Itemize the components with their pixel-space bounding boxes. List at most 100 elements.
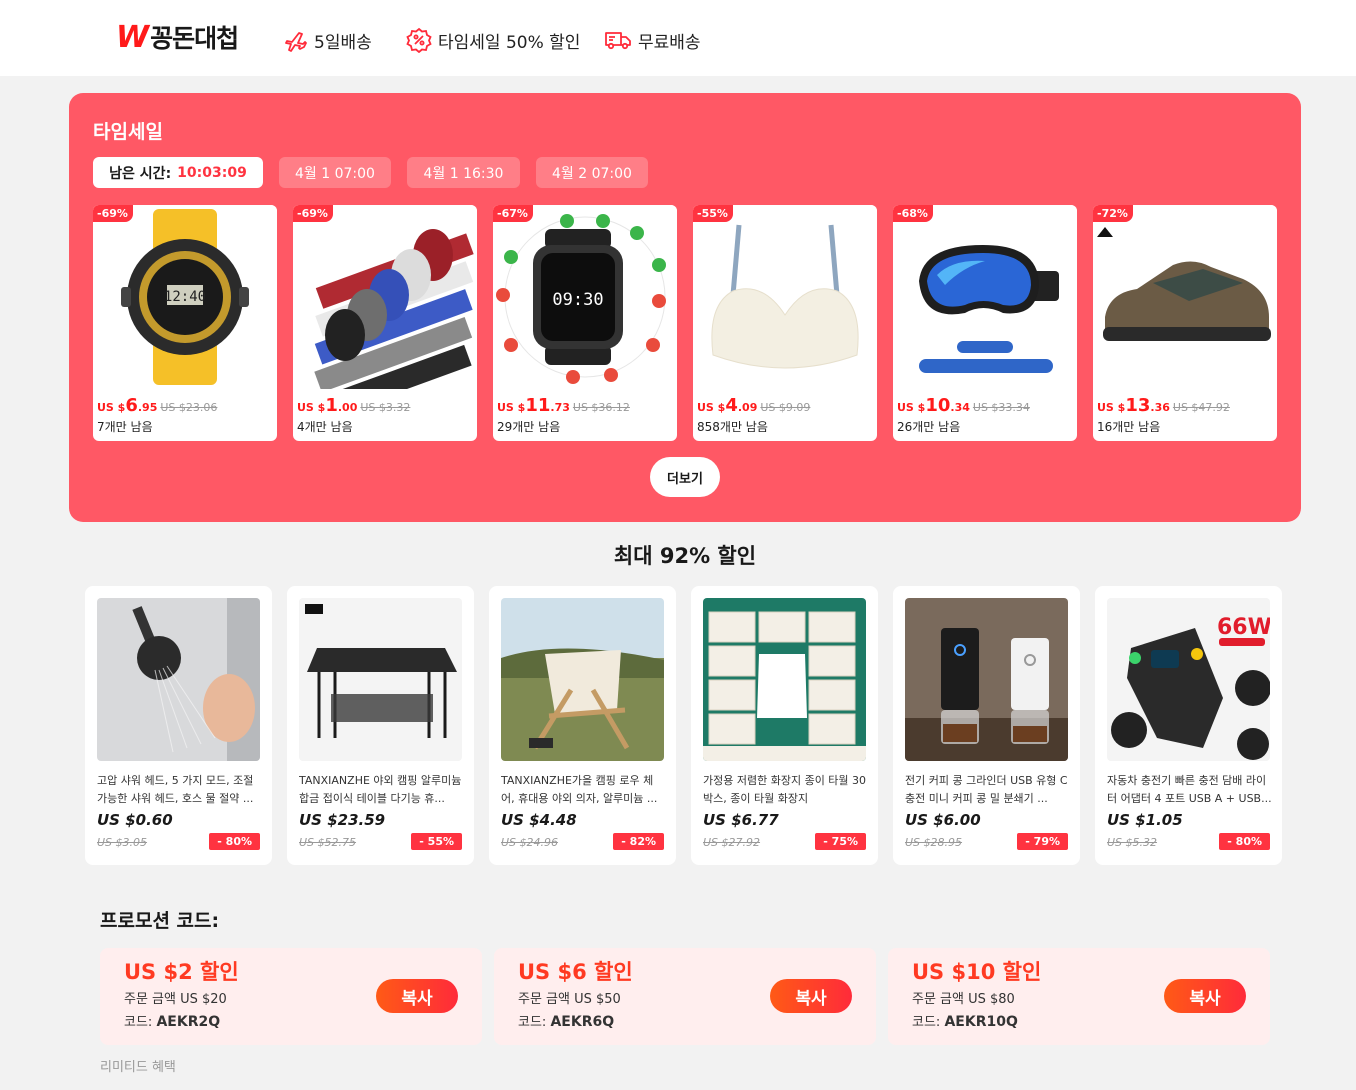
discount-tag: - 55% <box>411 833 462 850</box>
coupon-minimum: 주문 금액 US $20 <box>124 992 227 1007</box>
stock-left: 26개만 남음 <box>897 420 961 434</box>
timesale-tab-current[interactable]: 남은 시간: 10:03:09 <box>93 157 263 188</box>
product-image-bra <box>693 205 877 389</box>
timesale-product-card[interactable]: -67% 09:30 US $11.73 US $36.12 29개만 남음 <box>493 205 677 441</box>
discount-product-card[interactable]: 고압 샤워 헤드, 5 가지 모드, 조절 가능한 샤워 헤드, 호스 물 절약… <box>85 586 272 865</box>
limited-offer-note: 리미티드 혜택 <box>100 1060 176 1075</box>
stock-left: 29개만 남음 <box>497 420 561 434</box>
original-price: US $23.06 <box>160 401 218 414</box>
coupon-card: US $10 할인 주문 금액 US $80 코드: AEKR10Q 복사 <box>888 948 1270 1045</box>
max-discount-title: 최대 92% 할인 <box>613 544 757 568</box>
original-price: US $3.05 <box>97 836 148 849</box>
copy-button[interactable]: 복사 <box>770 979 852 1013</box>
product-image-ski-goggles <box>893 205 1077 389</box>
original-price: US $33.34 <box>972 401 1030 414</box>
airplane-icon <box>285 32 307 52</box>
discount-badge: -72% <box>1093 205 1133 222</box>
product-name: 가정용 저렴한 화장지 종이 타월 30 박스, 종이 타월 화장지 <box>703 774 867 805</box>
header-item-label: 무료배송 <box>638 32 701 53</box>
timesale-tab[interactable]: 4월 2 07:00 <box>536 157 648 188</box>
original-price: US $47.92 <box>1172 401 1230 414</box>
svg-text:12:40: 12:40 <box>164 289 206 305</box>
promo-title: 프로모션 코드: <box>100 910 220 932</box>
original-price: US $52.75 <box>299 836 357 849</box>
logo-mark: W <box>116 19 149 55</box>
top-header: W 꽁돈대첩 5일배송 타임세일 50% 할인 무료배송 <box>0 0 1356 76</box>
logo-text: 꽁돈대첩 <box>150 24 239 53</box>
header-free-shipping[interactable]: 무료배송 <box>604 26 701 54</box>
product-price: US $23.59 <box>299 811 386 829</box>
header-item-label: 타임세일 50% 할인 <box>438 32 581 53</box>
discount-icon <box>406 27 432 53</box>
truck-icon <box>605 32 631 50</box>
product-name: TANXIANZHE가을 캠핑 로우 체어, 휴대용 야외 의자, 알루미늄 .… <box>501 774 658 805</box>
timesale-panel: 타임세일 남은 시간: 10:03:09 4월 1 07:00 4월 1 16:… <box>69 93 1301 522</box>
product-name: 자동차 충전기 빠른 충전 담배 라이터 어댑터 4 포트 USB A + US… <box>1107 774 1272 805</box>
coupon-card: US $6 할인 주문 금액 US $50 코드: AEKR6Q 복사 <box>494 948 876 1045</box>
product-image-camp-table <box>299 598 462 761</box>
svg-text:66W: 66W <box>1217 615 1270 640</box>
copy-button[interactable]: 복사 <box>376 979 458 1013</box>
stock-left: 4개만 남음 <box>297 420 353 434</box>
svg-text:09:30: 09:30 <box>552 290 603 310</box>
header-shipping-5day[interactable]: 5일배송 <box>284 26 372 54</box>
timesale-product-card[interactable]: -69% 12:40 US $6.95 US $23.06 7개만 남음 <box>93 205 277 441</box>
timesale-product-card[interactable]: -68% US $10.34 US $33.34 26개만 남음 <box>893 205 1077 441</box>
coupon-minimum: 주문 금액 US $80 <box>912 992 1015 1007</box>
discount-tag: - 79% <box>1017 833 1068 850</box>
product-price: US $6.77 <box>703 811 779 829</box>
coupon-amount: US $2 할인 <box>124 960 239 984</box>
product-image-camp-chair <box>501 598 664 761</box>
coupon-minimum: 주문 금액 US $50 <box>518 992 621 1007</box>
timesale-title: 타임세일 <box>93 121 163 143</box>
product-price: US $6.00 <box>905 811 981 829</box>
product-price: US $0.60 <box>97 811 173 829</box>
discount-tag: - 75% <box>815 833 866 850</box>
sale-price: US $13.36 US $47.92 <box>1097 395 1230 416</box>
product-image-watch: 12:40 <box>93 205 277 389</box>
product-image-shower-head <box>97 598 260 761</box>
original-price: US $3.32 <box>360 401 411 414</box>
discount-tag: - 80% <box>209 833 260 850</box>
header-timesale-50[interactable]: 타임세일 50% 할인 <box>406 26 580 54</box>
discount-badge: -69% <box>93 205 133 222</box>
copy-button[interactable]: 복사 <box>1164 979 1246 1013</box>
coupon-code: 코드: AEKR2Q <box>124 1014 221 1030</box>
coupon-amount: US $10 할인 <box>912 960 1042 984</box>
discount-product-card[interactable]: 가정용 저렴한 화장지 종이 타월 30 박스, 종이 타월 화장지 US $6… <box>691 586 878 865</box>
sale-price: US $10.34 US $33.34 <box>897 395 1030 416</box>
stock-left: 7개만 남음 <box>97 420 153 434</box>
discount-product-card[interactable]: 66W 자동차 충전기 빠른 충전 담배 라이터 어댑터 4 포트 USB A … <box>1095 586 1282 865</box>
timesale-product-card[interactable]: -69% US $1.00 US $3.32 4개만 남음 <box>293 205 477 441</box>
timesale-product-card[interactable]: -55% US $4.09 US $9.09 858개만 남음 <box>693 205 877 441</box>
discount-tag: - 80% <box>1219 833 1270 850</box>
discount-product-card[interactable]: TANXIANZHE 야외 캠핑 알루미늄 합금 접이식 테이블 다기능 휴..… <box>287 586 474 865</box>
discount-badge: -67% <box>493 205 533 222</box>
timesale-tab[interactable]: 4월 1 07:00 <box>279 157 391 188</box>
sale-price: US $1.00 US $3.32 <box>297 395 411 416</box>
original-price: US $36.12 <box>572 401 630 414</box>
discount-tag: - 82% <box>613 833 664 850</box>
header-item-label: 5일배송 <box>314 32 372 53</box>
discount-product-card[interactable]: 전기 커피 콩 그라인더 USB 유형 C 충전 미니 커피 콩 밀 분쇄기 .… <box>893 586 1080 865</box>
product-name: 전기 커피 콩 그라인더 USB 유형 C 충전 미니 커피 콩 밀 분쇄기 .… <box>905 774 1068 805</box>
product-price: US $4.48 <box>501 811 577 829</box>
coupon-amount: US $6 할인 <box>518 960 633 984</box>
remaining-label: 남은 시간: <box>109 165 172 182</box>
coupon-card: US $2 할인 주문 금액 US $20 코드: AEKR2Q 복사 <box>100 948 482 1045</box>
more-button[interactable]: 더보기 <box>650 457 720 497</box>
sale-price: US $6.95 US $23.06 <box>97 395 218 416</box>
discount-badge: -55% <box>693 205 733 222</box>
timesale-tab[interactable]: 4월 1 16:30 <box>407 157 520 188</box>
discount-product-card[interactable]: TANXIANZHE가을 캠핑 로우 체어, 휴대용 야외 의자, 알루미늄 .… <box>489 586 676 865</box>
product-name: TANXIANZHE 야외 캠핑 알루미늄 합금 접이식 테이블 다기능 휴..… <box>299 774 462 805</box>
timesale-product-card[interactable]: -72% US $13.36 US $47.92 16개만 남음 <box>1093 205 1277 441</box>
site-logo[interactable]: W 꽁돈대첩 <box>116 19 239 55</box>
coupon-code: 코드: AEKR6Q <box>518 1014 615 1030</box>
countdown-timer: 10:03:09 <box>177 164 247 181</box>
product-image-car-charger: 66W <box>1107 598 1270 761</box>
product-name: 고압 샤워 헤드, 5 가지 모드, 조절 가능한 샤워 헤드, 호스 물 절약… <box>97 774 254 805</box>
product-image-coffee-grinder <box>905 598 1068 761</box>
original-price: US $9.09 <box>760 401 811 414</box>
original-price: US $28.95 <box>905 836 963 849</box>
